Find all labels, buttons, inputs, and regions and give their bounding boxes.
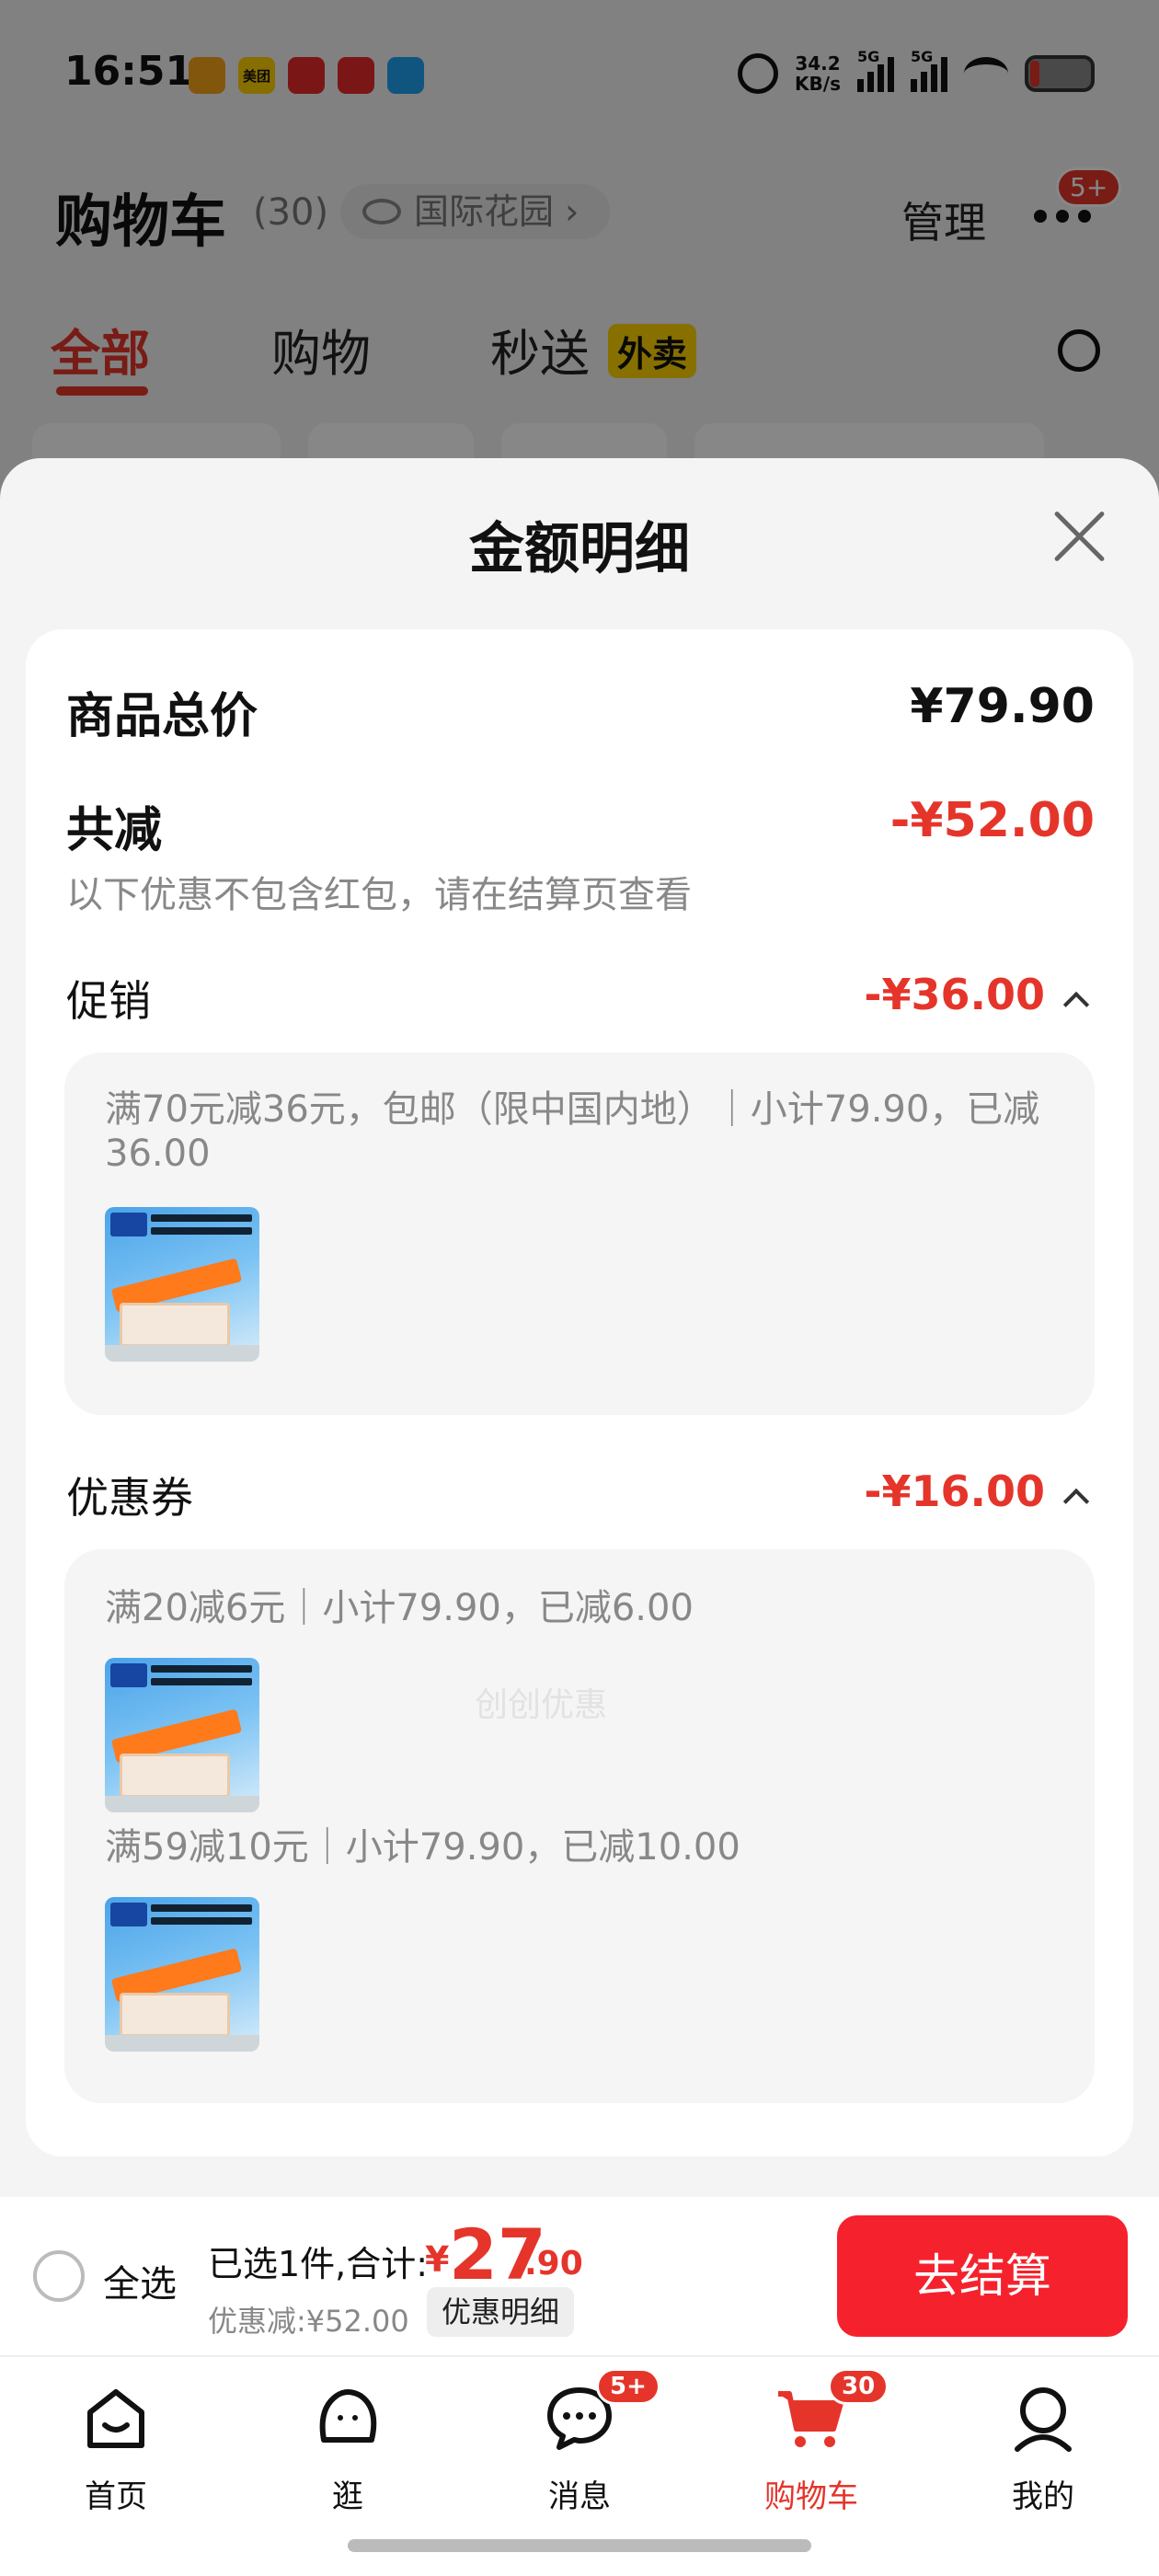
home-indicator[interactable] [348,2539,811,2552]
total-amount-decimal: .90 [524,2245,583,2283]
promotion-label: 促销 [66,976,151,1026]
product-thumbnail[interactable] [105,1658,259,1812]
coupon-detail-box: 满20减6元｜小计79.90，已减6.00 满59减10元｜小计79.90，已减… [64,1549,1095,2103]
profile-icon [1015,2387,1072,2452]
select-all-label[interactable]: 全选 [103,2254,177,2307]
checkout-bar: 全选 已选1件,合计: ¥ 27 .90 优惠减:¥52.00 优惠明细 去结算 [0,2197,1159,2355]
close-icon[interactable] [1049,506,1109,567]
home-icon [87,2389,144,2448]
discount-note: 以下优惠不包含红包，请在结算页查看 [66,874,692,916]
coupon-item-text: 满20减6元｜小计79.90，已减6.00 [105,1587,694,1629]
product-thumbnail[interactable] [105,1897,259,2052]
tab-profile-label: 我的 [1012,2478,1074,2515]
tab-profile[interactable]: 我的 [951,2375,1135,2523]
messages-badge: 5+ [596,2368,660,2405]
tab-home-label: 首页 [85,2478,147,2515]
discount-details-button[interactable]: 优惠明细 [427,2287,575,2337]
total-price-value: ¥79.90 [910,679,1095,734]
tab-cart-label: 购物车 [764,2478,858,2515]
tab-cart[interactable]: 30 购物车 [719,2368,903,2523]
amount-detail-card: 商品总价 ¥79.90 共减 -¥52.00 以下优惠不包含红包，请在结算页查看… [26,629,1133,2156]
sheet-title: 金额明细 [469,517,690,581]
tab-messages-label: 消息 [548,2478,611,2515]
checkout-button[interactable]: 去结算 [837,2215,1128,2337]
discount-total-value: -¥52.00 [889,793,1095,848]
cart-badge: 30 [828,2368,889,2405]
product-thumbnail[interactable] [105,1207,259,1362]
browse-icon [319,2389,377,2443]
discount-total-label: 共减 [66,803,163,858]
select-all-checkbox[interactable] [33,2250,85,2302]
coupon-value[interactable]: -¥16.00 [864,1466,1045,1516]
promotion-detail-box: 满70元减36元，包邮（限中国内地）｜小计79.90，已减36.00 [64,1052,1095,1415]
selected-summary: 已选1件,合计: [208,2244,429,2284]
total-price-label: 商品总价 [66,689,258,744]
total-currency: ¥ [425,2239,450,2280]
coupon-label: 优惠券 [66,1473,193,1523]
watermark: 创创优惠 [475,1686,608,1724]
tab-home[interactable]: 首页 [24,2375,208,2523]
tab-messages[interactable]: 5+ 消息 [488,2368,671,2523]
tab-browse-label: 逛 [332,2478,363,2515]
discount-summary: 优惠减:¥52.00 [208,2304,409,2339]
promotion-value[interactable]: -¥36.00 [864,970,1045,1019]
chevron-up-icon[interactable] [1062,991,1090,1018]
tab-browse[interactable]: 逛 [256,2375,440,2523]
chevron-up-icon[interactable] [1062,1488,1090,1515]
promotion-text: 满70元减36元，包邮（限中国内地）｜小计79.90，已减36.00 [105,1088,1040,1175]
coupon-item-text: 满59减10元｜小计79.90，已减10.00 [105,1826,740,1869]
